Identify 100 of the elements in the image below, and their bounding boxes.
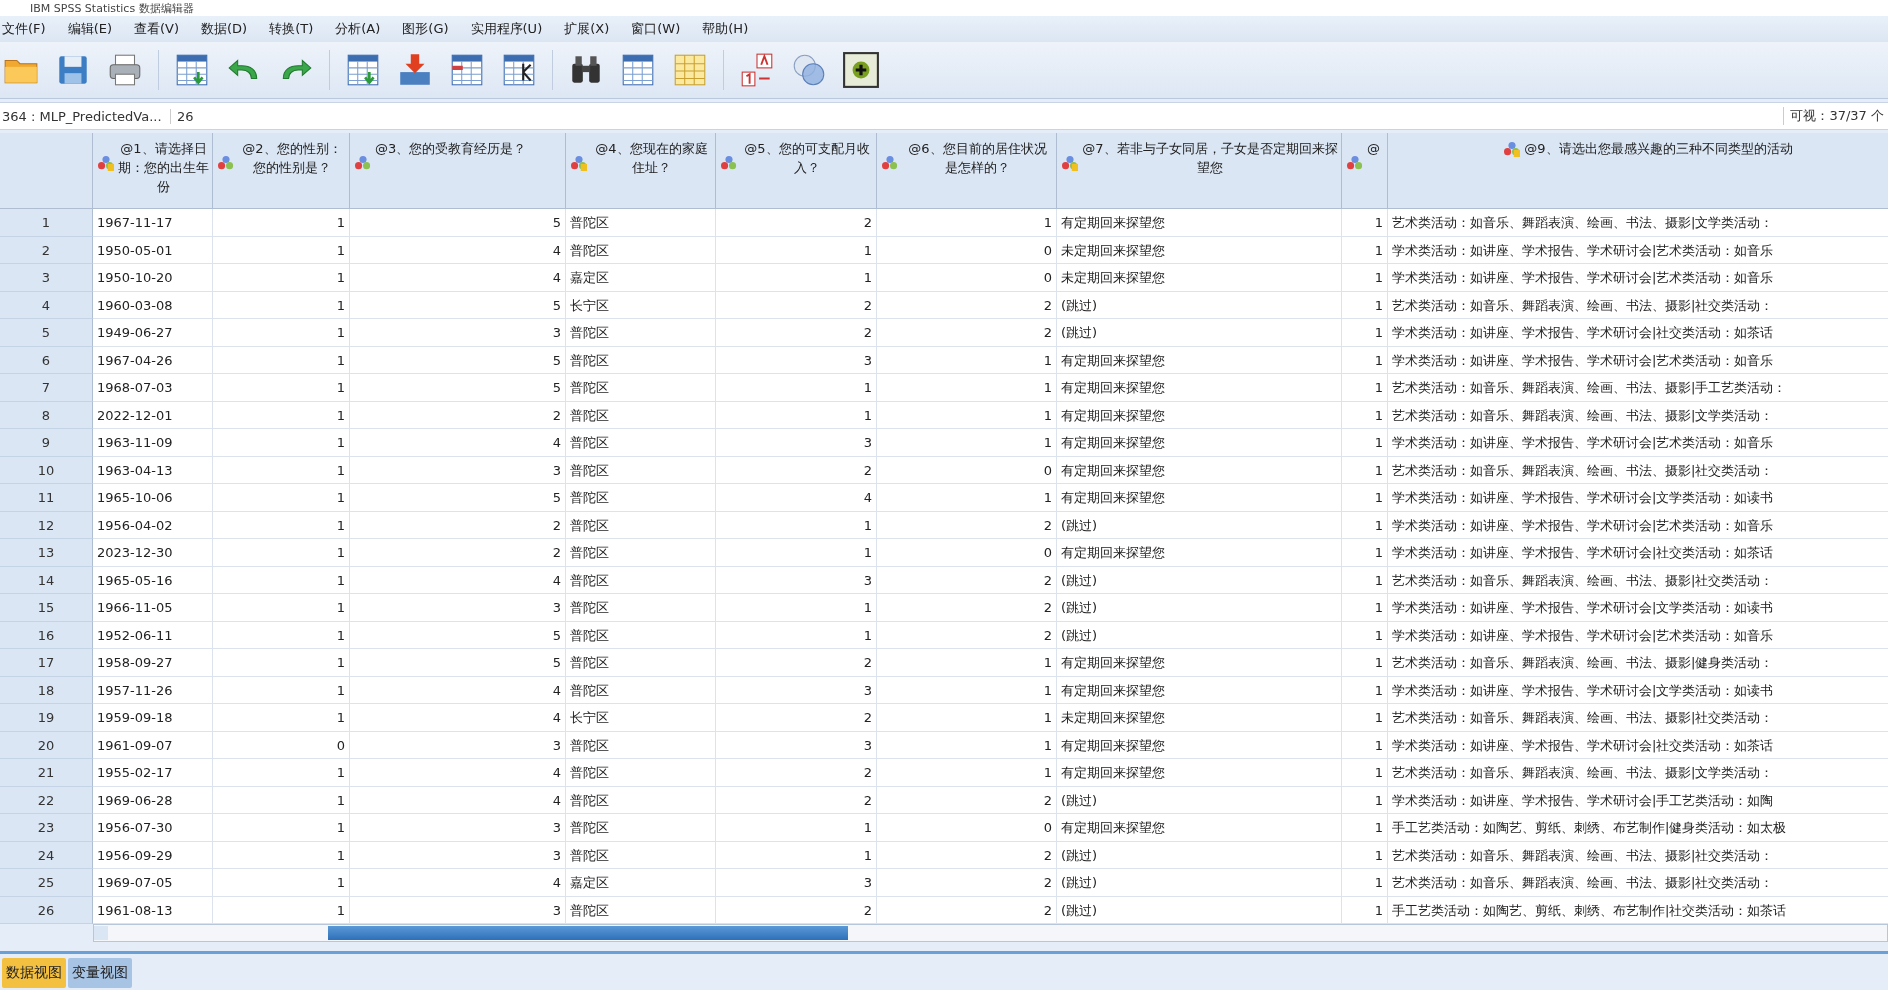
row-number[interactable]: 19 xyxy=(0,704,93,732)
table-cell: 1950-10-20 xyxy=(93,264,213,292)
table-cell: 2 xyxy=(877,511,1057,539)
menu-item[interactable]: 文件(F) xyxy=(2,20,46,38)
table-cell: 有定期回来探望您 xyxy=(1057,209,1342,237)
menu-item[interactable]: 窗口(W) xyxy=(631,20,681,38)
table-cell: 4 xyxy=(350,869,566,897)
row-number[interactable]: 11 xyxy=(0,484,93,512)
column-header[interactable]: @6、您目前的居住状况是怎样的？ xyxy=(877,133,1057,209)
table-cell: 1 xyxy=(877,374,1057,402)
table-cell: 1 xyxy=(1342,731,1388,759)
table-cell: 学术类活动：如讲座、学术报告、学术研讨会|艺术类活动：如音乐 xyxy=(1388,346,1888,374)
string-measure-icon xyxy=(570,155,588,171)
row-number[interactable]: 12 xyxy=(0,511,93,539)
row-number[interactable]: 17 xyxy=(0,649,93,677)
menu-item[interactable]: 分析(A) xyxy=(335,20,381,38)
table-cell: 5 xyxy=(350,621,566,649)
cell-reference: 364 : MLP_PredictedVa... xyxy=(0,108,171,124)
table-cell: 1 xyxy=(1342,511,1388,539)
table-cell: 普陀区 xyxy=(566,319,716,347)
table-cell: 1 xyxy=(213,566,350,594)
menu-item[interactable]: 转换(T) xyxy=(269,20,314,38)
column-header[interactable]: @9、请选出您最感兴趣的三种不同类型的活动 xyxy=(1388,133,1888,209)
row-number[interactable]: 24 xyxy=(0,841,93,869)
table-cell: 长宁区 xyxy=(566,291,716,319)
row-number[interactable]: 4 xyxy=(0,291,93,319)
row-number[interactable]: 22 xyxy=(0,786,93,814)
table-cell: 5 xyxy=(350,649,566,677)
row-number[interactable]: 21 xyxy=(0,759,93,787)
table-cell: 1 xyxy=(1342,566,1388,594)
row-number[interactable]: 18 xyxy=(0,676,93,704)
table-cell: 学术类活动：如讲座、学术报告、学术研讨会|社交类活动：如茶话 xyxy=(1388,319,1888,347)
table-cell: 1 xyxy=(213,374,350,402)
column-header[interactable]: @7、若非与子女同居，子女是否定期回来探望您 xyxy=(1057,133,1342,209)
menu-item[interactable]: 帮助(H) xyxy=(702,20,749,38)
table-cell: 1960-03-08 xyxy=(93,291,213,319)
table-cell: 1956-07-30 xyxy=(93,814,213,842)
table-cell: 1 xyxy=(716,374,877,402)
row-number[interactable]: 8 xyxy=(0,401,93,429)
row-number[interactable]: 13 xyxy=(0,539,93,567)
table-cell: 0 xyxy=(877,456,1057,484)
row-number[interactable]: 10 xyxy=(0,456,93,484)
table-cell: 1 xyxy=(1342,374,1388,402)
menu-item[interactable]: 数据(D) xyxy=(201,20,248,38)
view-tab[interactable]: 数据视图 xyxy=(2,958,66,988)
row-number[interactable]: 15 xyxy=(0,594,93,622)
column-header[interactable]: @5、您的可支配月收入？ xyxy=(716,133,877,209)
row-number[interactable]: 1 xyxy=(0,209,93,237)
table-cell: 1 xyxy=(1342,209,1388,237)
column-header[interactable]: @1、请选择日期：您的出生年份 xyxy=(93,133,213,209)
scrollbar-thumb[interactable] xyxy=(328,926,848,940)
table-cell: (跳过) xyxy=(1057,594,1342,622)
table-cell: 2022-12-01 xyxy=(93,401,213,429)
column-header[interactable]: @4、您现在的家庭住址？ xyxy=(566,133,716,209)
horizontal-scrollbar[interactable] xyxy=(93,924,1888,942)
table-cell: 普陀区 xyxy=(566,236,716,264)
table-cell: 普陀区 xyxy=(566,346,716,374)
menu-item[interactable]: 图形(G) xyxy=(402,20,449,38)
table-cell: 艺术类活动：如音乐、舞蹈表演、绘画、书法、摄影|社交类活动： xyxy=(1388,704,1888,732)
menu-item[interactable]: 扩展(X) xyxy=(564,20,610,38)
row-number[interactable]: 25 xyxy=(0,869,93,897)
row-number[interactable]: 7 xyxy=(0,374,93,402)
table-cell: 1 xyxy=(716,841,877,869)
menu-item[interactable]: 实用程序(U) xyxy=(470,20,543,38)
row-number[interactable]: 5 xyxy=(0,319,93,347)
row-number[interactable]: 3 xyxy=(0,264,93,292)
table-cell: 2 xyxy=(877,869,1057,897)
table-cell: 1949-06-27 xyxy=(93,319,213,347)
row-number[interactable]: 2 xyxy=(0,236,93,264)
table-cell: 1 xyxy=(213,841,350,869)
table-cell: 1 xyxy=(1342,484,1388,512)
nominal-measure-icon xyxy=(1346,155,1364,171)
table-cell: 普陀区 xyxy=(566,209,716,237)
row-number[interactable]: 16 xyxy=(0,621,93,649)
table-cell: 有定期回来探望您 xyxy=(1057,374,1342,402)
column-header[interactable]: @ xyxy=(1342,133,1388,209)
column-header[interactable]: @3、您的受教育经历是？ xyxy=(350,133,566,209)
row-number[interactable]: 26 xyxy=(0,896,93,924)
table-cell: 1 xyxy=(1342,456,1388,484)
table-cell: 2 xyxy=(877,594,1057,622)
cell-value-field[interactable]: 26 xyxy=(171,108,1784,124)
table-cell: 2 xyxy=(716,759,877,787)
table-cell: 1 xyxy=(1342,649,1388,677)
menu-item[interactable]: 编辑(E) xyxy=(67,20,112,38)
plus-square-icon[interactable] xyxy=(842,51,880,89)
table-cell: 2 xyxy=(716,649,877,677)
row-number[interactable]: 9 xyxy=(0,429,93,457)
row-number[interactable]: 6 xyxy=(0,346,93,374)
table-cell: 长宁区 xyxy=(566,704,716,732)
column-header[interactable]: @2、您的性别：您的性别是？ xyxy=(213,133,350,209)
table-cell: 艺术类活动：如音乐、舞蹈表演、绘画、书法、摄影|文学类活动： xyxy=(1388,759,1888,787)
table-cell: 1 xyxy=(877,401,1057,429)
menu-item[interactable]: 查看(V) xyxy=(134,20,180,38)
table-cell: 1 xyxy=(716,814,877,842)
row-number[interactable]: 20 xyxy=(0,731,93,759)
view-tab[interactable]: 变量视图 xyxy=(68,958,132,988)
row-number[interactable]: 14 xyxy=(0,566,93,594)
table-cell: 1956-04-02 xyxy=(93,511,213,539)
row-number[interactable]: 23 xyxy=(0,814,93,842)
table-cell: 1 xyxy=(213,511,350,539)
